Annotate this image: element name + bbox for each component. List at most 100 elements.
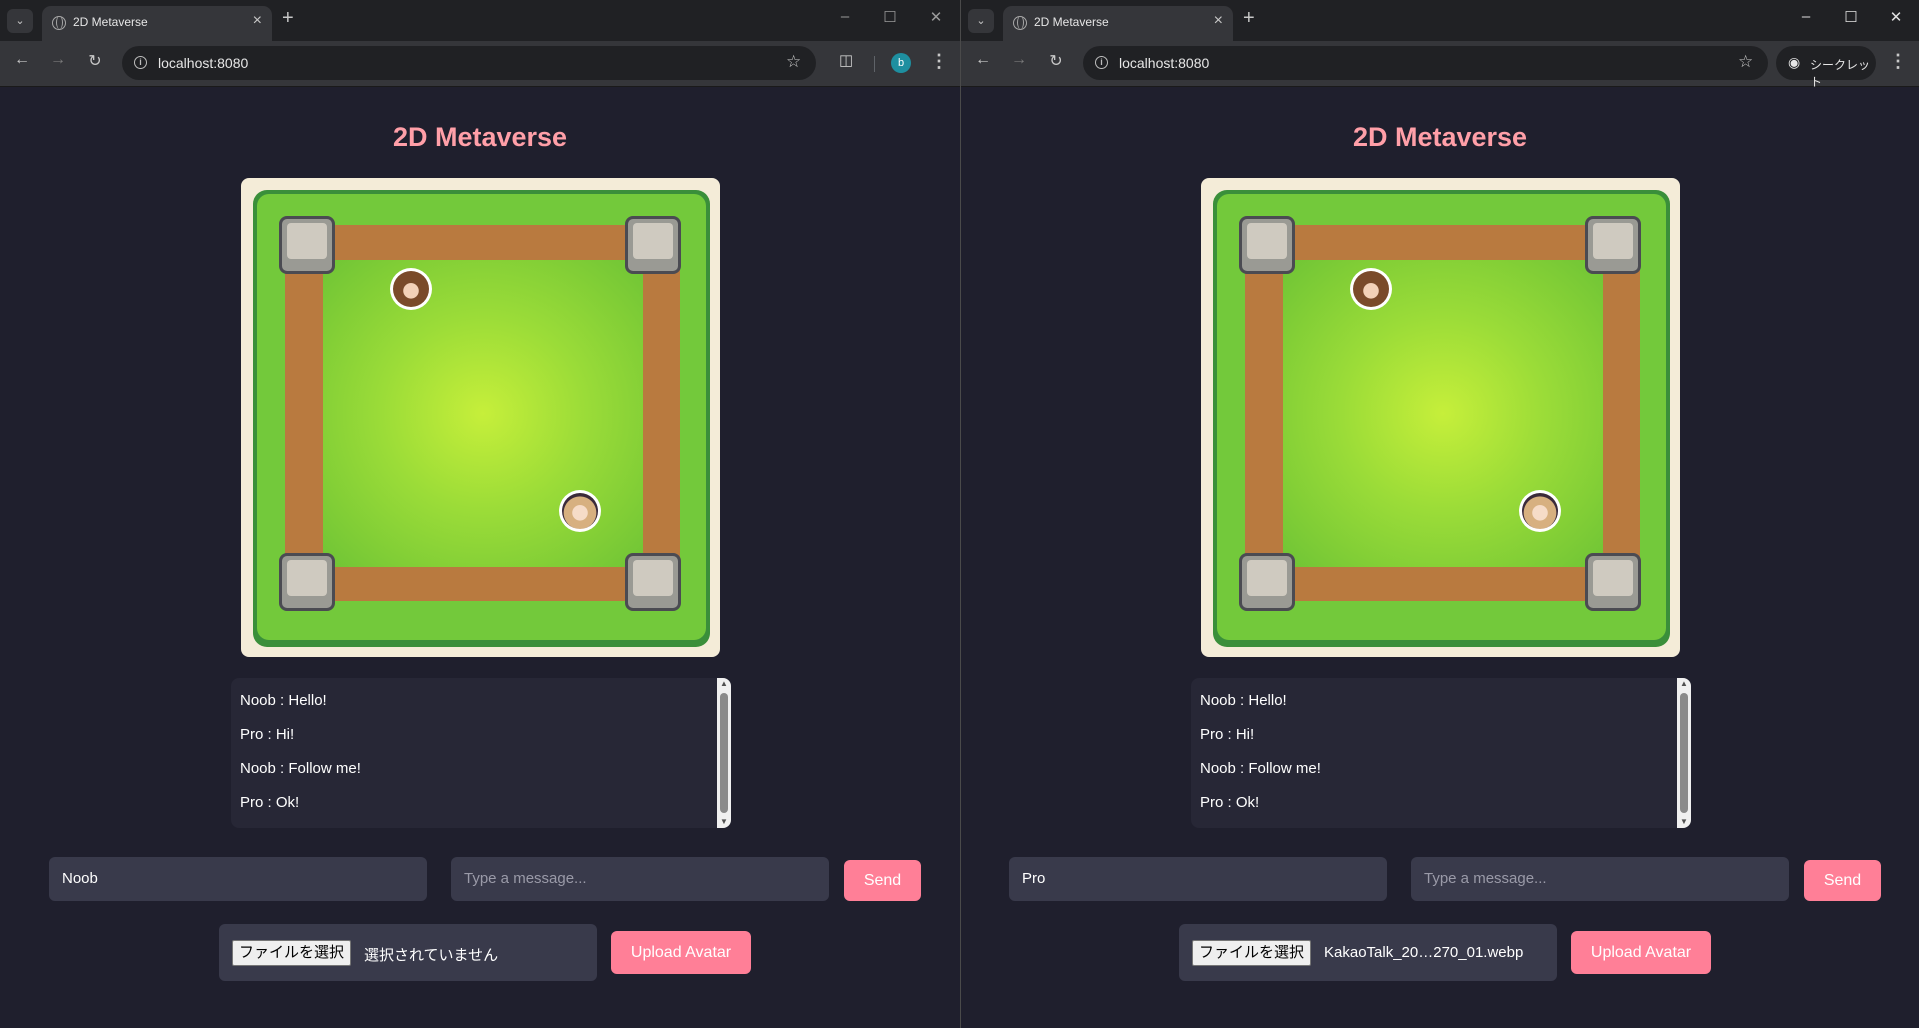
bookmark-star-icon[interactable]: ☆ — [786, 52, 801, 72]
file-status: KakaoTalk_20…270_01.webp — [1324, 944, 1524, 961]
upload-avatar-button[interactable]: Upload Avatar — [1571, 931, 1711, 974]
send-button[interactable]: Send — [1804, 860, 1881, 901]
stone-block-bottom-left — [1239, 553, 1295, 611]
close-window-icon[interactable]: ✕ — [1881, 8, 1911, 26]
choose-file-button[interactable]: ファイルを選択 — [232, 940, 352, 966]
chat-message: Pro : Hi! — [240, 726, 295, 743]
scroll-thumb[interactable] — [1680, 693, 1688, 813]
chat-message: Noob : Follow me! — [240, 760, 361, 777]
tab-2d-metaverse[interactable]: 2D Metaverse × — [42, 6, 272, 41]
chat-log[interactable]: Noob : Hello! Pro : Hi! Noob : Follow me… — [231, 678, 731, 828]
incognito-icon: ◉ — [1788, 54, 1801, 70]
scroll-up-icon[interactable]: ▲ — [1677, 678, 1691, 690]
stone-block-bottom-left — [279, 553, 335, 611]
incognito-label: シークレット — [1810, 58, 1871, 89]
reload-icon[interactable]: ↻ — [1044, 51, 1068, 71]
extensions-icon[interactable]: ◫ — [839, 51, 853, 69]
tab-close-button[interactable]: × — [253, 12, 262, 30]
scroll-down-icon[interactable]: ▼ — [1677, 816, 1691, 828]
page-content: 2D Metaverse Noob : Hello! Pro : Hi! Noo… — [0, 88, 960, 1028]
browser-menu-icon[interactable]: ⋮ — [1889, 51, 1907, 72]
scroll-thumb[interactable] — [720, 693, 728, 813]
browser-menu-icon[interactable]: ⋮ — [930, 51, 948, 72]
back-arrow-icon[interactable]: ← — [10, 51, 34, 69]
forward-arrow-icon[interactable]: → — [1007, 51, 1031, 69]
stone-block-top-right — [625, 216, 681, 274]
tab-title: 2D Metaverse — [1034, 15, 1109, 29]
avatar-file-picker: ファイルを選択 選択されていません — [219, 924, 597, 981]
close-window-icon[interactable]: ✕ — [921, 8, 951, 26]
minimize-icon[interactable]: – — [830, 8, 860, 25]
chat-message: Pro : Hi! — [1200, 726, 1255, 743]
username-value: Pro — [1022, 870, 1046, 887]
globe-icon — [52, 16, 66, 30]
forward-arrow-icon[interactable]: → — [46, 51, 70, 69]
username-value: Noob — [62, 870, 98, 887]
site-info-icon[interactable]: i — [134, 56, 147, 69]
minimize-icon[interactable]: – — [1791, 8, 1821, 25]
stone-block-bottom-right — [1585, 553, 1641, 611]
upload-avatar-button[interactable]: Upload Avatar — [611, 931, 751, 974]
url-text: localhost:8080 — [158, 55, 249, 71]
message-input[interactable]: Type a message... — [451, 857, 829, 901]
map-border — [253, 190, 710, 647]
player-avatar-blonde-hair[interactable] — [1519, 490, 1561, 532]
reload-icon[interactable]: ↻ — [83, 51, 107, 71]
globe-icon — [1013, 16, 1027, 30]
choose-file-button[interactable]: ファイルを選択 — [1192, 940, 1312, 966]
map-border — [1213, 190, 1670, 647]
browser-window-right: ⌄ 2D Metaverse × + – ☐ ✕ ← → ↻ i localho… — [961, 0, 1919, 1028]
game-map[interactable] — [241, 178, 720, 657]
chat-message: Pro : Ok! — [240, 794, 300, 811]
back-arrow-icon[interactable]: ← — [971, 51, 995, 69]
toolbar-separator — [874, 56, 875, 72]
message-placeholder: Type a message... — [464, 870, 587, 887]
scroll-up-icon[interactable]: ▲ — [717, 678, 731, 690]
bookmark-star-icon[interactable]: ☆ — [1738, 52, 1753, 72]
stone-block-top-left — [1239, 216, 1295, 274]
page-title: 2D Metaverse — [1352, 122, 1528, 152]
stone-block-bottom-right — [625, 553, 681, 611]
maximize-icon[interactable]: ☐ — [1836, 8, 1866, 26]
game-map[interactable] — [1201, 178, 1680, 657]
chat-message: Noob : Hello! — [240, 692, 327, 709]
tab-2d-metaverse[interactable]: 2D Metaverse × — [1003, 6, 1233, 41]
address-bar[interactable]: i localhost:8080 ☆ — [122, 46, 816, 80]
browser-toolbar: ← → ↻ i localhost:8080 ☆ ◉ シークレット ⋮ — [961, 41, 1919, 89]
username-input[interactable]: Noob — [49, 857, 427, 901]
chat-log[interactable]: Noob : Hello! Pro : Hi! Noob : Follow me… — [1191, 678, 1691, 828]
incognito-indicator[interactable]: ◉ シークレット — [1776, 46, 1876, 89]
browser-toolbar: ← → ↻ i localhost:8080 ☆ ◫ b ⋮ — [0, 41, 960, 87]
tab-close-button[interactable]: × — [1214, 12, 1223, 30]
tab-bar: ⌄ 2D Metaverse × + – ☐ ✕ — [0, 0, 960, 41]
tab-search-button[interactable]: ⌄ — [968, 9, 994, 33]
stone-block-top-right — [1585, 216, 1641, 274]
address-bar[interactable]: i localhost:8080 ☆ — [1083, 46, 1768, 80]
chat-scrollbar[interactable]: ▲ ▼ — [1677, 678, 1691, 828]
username-input[interactable]: Pro — [1009, 857, 1387, 901]
site-info-icon[interactable]: i — [1095, 56, 1108, 69]
profile-avatar[interactable]: b — [891, 53, 911, 73]
avatar-file-picker: ファイルを選択 KakaoTalk_20…270_01.webp — [1179, 924, 1557, 981]
scroll-down-icon[interactable]: ▼ — [717, 816, 731, 828]
stone-block-top-left — [279, 216, 335, 274]
tab-bar: ⌄ 2D Metaverse × + – ☐ ✕ — [961, 0, 1919, 41]
player-avatar-brown-hair[interactable] — [390, 268, 432, 310]
message-placeholder: Type a message... — [1424, 870, 1547, 887]
chat-message: Noob : Hello! — [1200, 692, 1287, 709]
tab-search-button[interactable]: ⌄ — [7, 9, 33, 33]
browser-window-left: ⌄ 2D Metaverse × + – ☐ ✕ ← → ↻ i localho… — [0, 0, 960, 1028]
page-title: 2D Metaverse — [392, 122, 568, 152]
maximize-icon[interactable]: ☐ — [875, 8, 905, 26]
player-avatar-blonde-hair[interactable] — [559, 490, 601, 532]
message-input[interactable]: Type a message... — [1411, 857, 1789, 901]
chat-message: Pro : Ok! — [1200, 794, 1260, 811]
page-content: 2D Metaverse Noob : Hello! Pro : Hi! Noo… — [961, 88, 1919, 1028]
file-status: 選択されていません — [364, 947, 499, 964]
new-tab-button[interactable]: + — [1243, 7, 1255, 30]
send-button[interactable]: Send — [844, 860, 921, 901]
chat-scrollbar[interactable]: ▲ ▼ — [717, 678, 731, 828]
new-tab-button[interactable]: + — [282, 7, 294, 30]
player-avatar-brown-hair[interactable] — [1350, 268, 1392, 310]
chat-message: Noob : Follow me! — [1200, 760, 1321, 777]
